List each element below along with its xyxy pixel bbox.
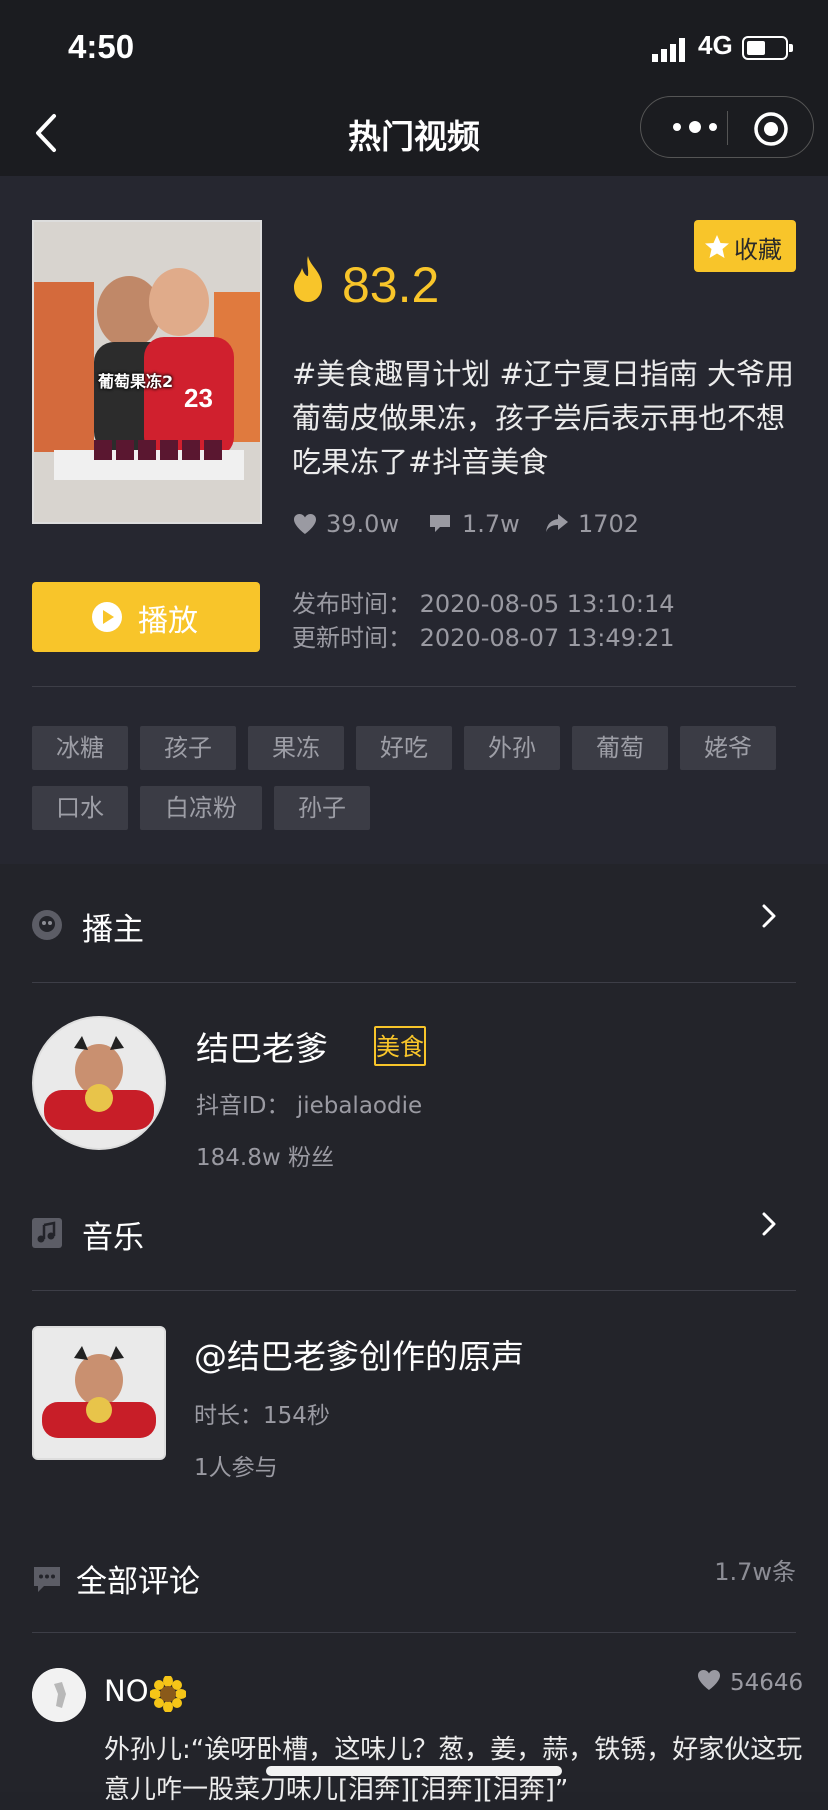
favorite-button[interactable]: 收藏 (694, 220, 796, 272)
music-cover[interactable] (32, 1326, 166, 1460)
divider (32, 1290, 796, 1291)
share-icon (546, 514, 568, 532)
star-icon (705, 235, 729, 258)
heart-icon (698, 1670, 720, 1690)
more-icon[interactable] (667, 115, 723, 139)
comments-section-title: 全部评论 (76, 1564, 200, 1600)
sunflower-emoji-icon (150, 1676, 186, 1712)
svg-text:23: 23 (184, 383, 213, 413)
nav-bar: 热门视频 (0, 92, 828, 176)
tag[interactable]: 孙子 (274, 786, 370, 830)
play-icon (92, 602, 122, 632)
music-duration: 时长：154秒 (194, 1403, 330, 1429)
tag[interactable]: 白凉粉 (140, 786, 262, 830)
battery-icon (742, 36, 793, 60)
host-section-title: 播主 (82, 912, 144, 948)
video-thumbnail[interactable]: 23 葡萄果冻2 (32, 220, 262, 524)
douyin-id: 抖音ID： jiebalaodie (196, 1093, 423, 1119)
video-card: 23 葡萄果冻2 收藏 83.2 #美食趣胃计划 #辽宁夏日指南 大爷用葡萄皮做… (0, 176, 828, 864)
comments-icon (34, 1567, 60, 1592)
chevron-right-icon[interactable] (760, 1210, 778, 1238)
hot-score: 83.2 (342, 257, 440, 313)
home-indicator[interactable] (266, 1766, 562, 1776)
status-time: 4:50 (68, 28, 135, 65)
music-participants: 1人参与 (194, 1455, 278, 1481)
divider (32, 686, 796, 687)
share-count-text: 1702 (578, 510, 640, 538)
comment-username: NO (104, 1674, 149, 1708)
publish-time: 发布时间： 2020-08-05 13:10:14 (292, 590, 675, 618)
avatar-image (34, 1018, 164, 1148)
update-time: 更新时间： 2020-08-07 13:49:21 (292, 624, 675, 652)
host-icon (32, 910, 62, 940)
play-button[interactable]: 播放 (32, 582, 260, 652)
favorite-label: 收藏 (734, 236, 782, 264)
tag[interactable]: 外孙 (464, 726, 560, 770)
thumbnail-caption: 葡萄果冻2 (98, 372, 174, 391)
category-badge: 美食 (374, 1026, 426, 1066)
tag[interactable]: 好吃 (356, 726, 452, 770)
comments-total: 1.7w条 (714, 1558, 796, 1586)
avatar-image (32, 1668, 86, 1722)
music-section-title: 音乐 (82, 1220, 144, 1256)
like-count-text: 39.0w (326, 510, 400, 538)
music-cover-image (34, 1328, 164, 1458)
network-type: 4G (698, 30, 733, 60)
music-title: @结巴老爹创作的原声 (194, 1337, 524, 1376)
tag[interactable]: 口水 (32, 786, 128, 830)
heart-icon (294, 514, 316, 534)
comment-avatar[interactable] (32, 1668, 86, 1722)
close-miniprogram-icon[interactable] (753, 111, 789, 147)
chevron-right-icon[interactable] (760, 902, 778, 930)
tag[interactable]: 冰糖 (32, 726, 128, 770)
comment-icon (430, 515, 450, 532)
play-label: 播放 (138, 604, 198, 639)
status-bar: 4:50 4G (0, 0, 828, 92)
tag[interactable]: 葡萄 (572, 726, 668, 770)
video-description: #美食趣胃计划 #辽宁夏日指南 大爷用葡萄皮做果冻，孩子尝后表示再也不想吃果冻了… (292, 357, 795, 479)
divider (32, 1632, 796, 1633)
divider (32, 982, 796, 983)
fire-icon (294, 256, 322, 302)
comment-like-count: 54646 (730, 1670, 804, 1696)
miniprogram-capsule (640, 96, 814, 158)
tag[interactable]: 果冻 (248, 726, 344, 770)
signal-icon (652, 38, 685, 62)
fans-count: 184.8w 粉丝 (196, 1145, 334, 1171)
host-name: 结巴老爹 (196, 1029, 328, 1068)
music-icon (32, 1218, 62, 1248)
comment-count-text: 1.7w (462, 510, 520, 538)
tag[interactable]: 姥爷 (680, 726, 776, 770)
tag[interactable]: 孩子 (140, 726, 236, 770)
host-avatar[interactable] (32, 1016, 166, 1150)
